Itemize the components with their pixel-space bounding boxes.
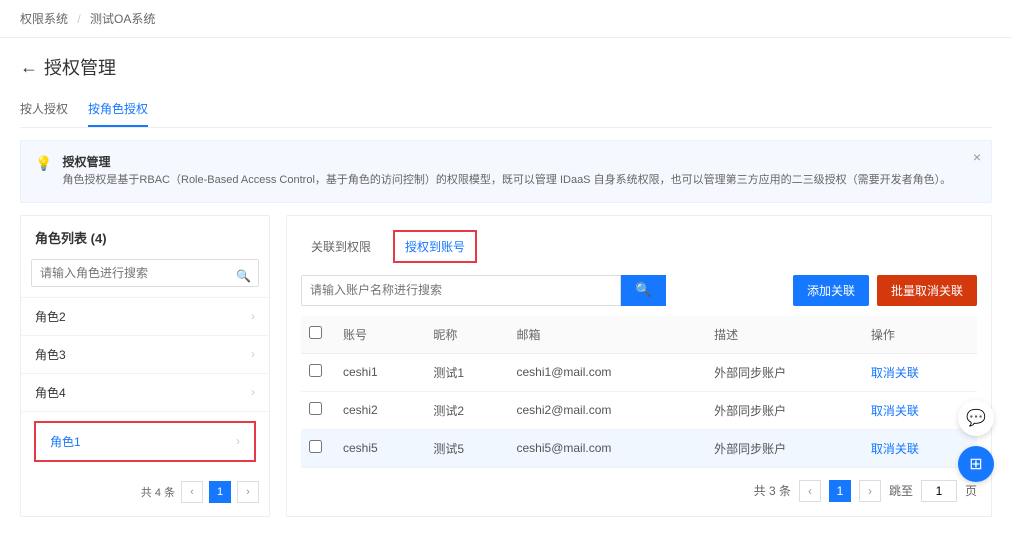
role-item[interactable]: 角色3 › (21, 335, 269, 373)
cell-account: ceshi5 (335, 429, 425, 467)
role-total: 共 4 条 (141, 484, 175, 500)
role-list-panel: 角色列表 (4) 🔍 角色2 › 角色3 › 角色4 › 角色1 › 共 4 条… (20, 215, 270, 517)
breadcrumb-item-2[interactable]: 测试OA系统 (90, 12, 155, 26)
role-item[interactable]: 角色4 › (21, 373, 269, 411)
close-icon[interactable]: × (973, 149, 981, 165)
jump-label: 跳至 (889, 482, 913, 499)
back-arrow-icon[interactable]: ← (20, 57, 38, 78)
pager-page-1[interactable]: 1 (209, 481, 231, 503)
role-item[interactable]: 角色2 › (21, 297, 269, 335)
pager-next[interactable]: › (859, 480, 881, 502)
chevron-right-icon: › (236, 434, 254, 448)
account-total: 共 3 条 (754, 482, 791, 499)
pager-prev[interactable]: ‹ (181, 481, 203, 503)
cell-desc: 外部同步账户 (706, 353, 863, 391)
chevron-right-icon: › (251, 347, 255, 361)
role-search-input[interactable] (31, 259, 259, 287)
tab-link-permission[interactable]: 关联到权限 (301, 232, 381, 261)
page-suffix: 页 (965, 482, 977, 499)
col-email: 邮箱 (509, 316, 707, 354)
role-item-label: 角色2 (35, 308, 66, 325)
cell-email: ceshi2@mail.com (509, 391, 707, 429)
role-item-selected[interactable]: 角色1 › (21, 411, 269, 471)
breadcrumb-item-1[interactable]: 权限系统 (20, 12, 68, 26)
row-checkbox[interactable] (309, 402, 322, 415)
col-desc: 描述 (706, 316, 863, 354)
cell-desc: 外部同步账户 (706, 391, 863, 429)
chevron-right-icon: › (251, 309, 255, 323)
account-panel: 关联到权限 授权到账号 🔍 添加关联 批量取消关联 账号 昵称 邮箱 描述 (286, 215, 992, 517)
cell-nick: 测试1 (425, 353, 508, 391)
tab-auth-account[interactable]: 授权到账号 (393, 230, 477, 263)
batch-cancel-button[interactable]: 批量取消关联 (877, 275, 977, 306)
role-item-label: 角色1 (36, 423, 95, 460)
page-title-text: 授权管理 (44, 54, 116, 80)
pager-page-1[interactable]: 1 (829, 480, 851, 502)
cell-email: ceshi1@mail.com (509, 353, 707, 391)
account-table: 账号 昵称 邮箱 描述 操作 ceshi1 测试1 ceshi1@mail.co… (301, 316, 977, 468)
cell-email: ceshi5@mail.com (509, 429, 707, 467)
breadcrumb: 权限系统 / 测试OA系统 (0, 0, 1012, 38)
cell-nick: 测试5 (425, 429, 508, 467)
account-pager: 共 3 条 ‹ 1 › 跳至 页 (301, 468, 977, 502)
table-row: ceshi1 测试1 ceshi1@mail.com 外部同步账户 取消关联 (301, 353, 977, 391)
cancel-link[interactable]: 取消关联 (871, 404, 919, 418)
feedback-icon[interactable]: 💬 (958, 400, 994, 436)
add-link-button[interactable]: 添加关联 (793, 275, 869, 306)
table-row: ceshi2 测试2 ceshi2@mail.com 外部同步账户 取消关联 (301, 391, 977, 429)
apps-icon[interactable]: ⊞ (958, 446, 994, 482)
info-title: 授权管理 (62, 153, 951, 170)
account-search-input[interactable] (301, 275, 621, 306)
tab-by-person[interactable]: 按人授权 (20, 92, 68, 127)
info-banner: 💡 授权管理 角色授权是基于RBAC（Role-Based Access Con… (20, 140, 992, 203)
chevron-right-icon: › (251, 385, 255, 399)
col-account: 账号 (335, 316, 425, 354)
row-checkbox[interactable] (309, 440, 322, 453)
tab-by-role[interactable]: 按角色授权 (88, 92, 148, 127)
pager-prev[interactable]: ‹ (799, 480, 821, 502)
col-nickname: 昵称 (425, 316, 508, 354)
cancel-link[interactable]: 取消关联 (871, 366, 919, 380)
select-all-checkbox[interactable] (309, 326, 322, 339)
role-item-label: 角色3 (35, 346, 66, 363)
role-item-label: 角色4 (35, 384, 66, 401)
role-list-title: 角色列表 (4) (21, 216, 269, 259)
page-title: ← 授权管理 (20, 54, 992, 80)
cell-desc: 外部同步账户 (706, 429, 863, 467)
cell-account: ceshi2 (335, 391, 425, 429)
row-checkbox[interactable] (309, 364, 322, 377)
search-icon: 🔍 (635, 282, 652, 298)
cell-nick: 测试2 (425, 391, 508, 429)
lightbulb-icon: 💡 (35, 155, 52, 172)
table-row: ceshi5 测试5 ceshi5@mail.com 外部同步账户 取消关联 (301, 429, 977, 467)
info-body: 角色授权是基于RBAC（Role-Based Access Control，基于… (62, 172, 951, 190)
role-pager: 共 4 条 ‹ 1 › (21, 471, 269, 513)
jump-input[interactable] (921, 480, 957, 502)
cell-account: ceshi1 (335, 353, 425, 391)
cancel-link[interactable]: 取消关联 (871, 442, 919, 456)
account-search-button[interactable]: 🔍 (621, 275, 666, 306)
pager-next[interactable]: › (237, 481, 259, 503)
col-op: 操作 (863, 316, 977, 354)
